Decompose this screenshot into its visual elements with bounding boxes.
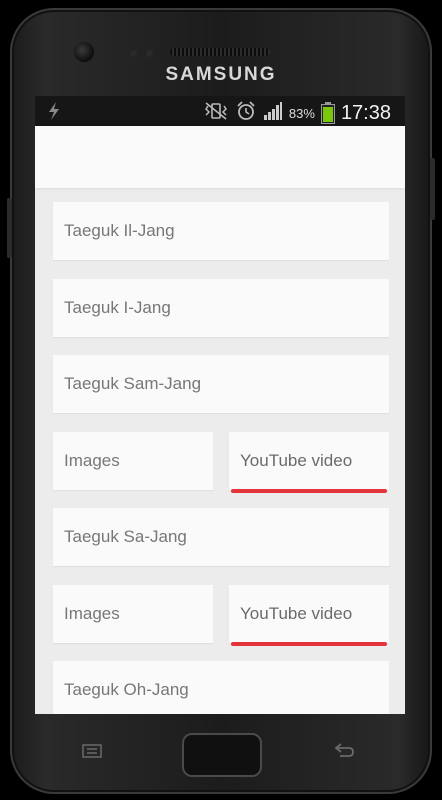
- volume-button[interactable]: [7, 198, 12, 258]
- list-item[interactable]: Taeguk Oh-Jang: [53, 661, 389, 714]
- clock: 17:38: [340, 102, 391, 124]
- list-item-label: Taeguk Oh-Jang: [64, 680, 189, 699]
- list-item[interactable]: Taeguk I-Jang: [53, 279, 389, 337]
- action-bar: [35, 126, 405, 188]
- vibrate-icon: [203, 101, 229, 126]
- battery-percent: 83%: [288, 106, 315, 121]
- front-camera: [74, 42, 94, 62]
- back-icon[interactable]: [332, 742, 356, 765]
- proximity-sensor: [130, 50, 137, 57]
- list-item[interactable]: Taeguk Sam-Jang: [53, 355, 389, 413]
- active-underline: [231, 489, 387, 493]
- images-button[interactable]: Images: [53, 585, 213, 643]
- status-bar: 83% 17:38: [35, 96, 405, 126]
- images-button-label: Images: [64, 604, 120, 623]
- alarm-icon: [235, 100, 257, 127]
- youtube-video-button[interactable]: YouTube video: [229, 432, 389, 493]
- list-item-label: Taeguk Il-Jang: [64, 221, 175, 240]
- images-button-label: Images: [64, 451, 120, 470]
- light-sensor: [146, 50, 153, 57]
- battery-icon: [320, 101, 335, 124]
- brand-logo: SAMSUNG: [165, 64, 277, 85]
- screen: 83% 17:38 Taeguk Il-Jang Taeguk I-Jang T…: [35, 96, 405, 714]
- menu-icon[interactable]: [80, 743, 104, 764]
- earpiece-speaker: [170, 48, 270, 56]
- youtube-video-button-label: YouTube video: [240, 604, 353, 623]
- home-button[interactable]: [182, 733, 262, 777]
- list-item[interactable]: Taeguk Sa-Jang: [53, 508, 389, 566]
- youtube-video-button[interactable]: YouTube video: [229, 585, 389, 646]
- signal-icon: [263, 101, 283, 126]
- list-item-label: Taeguk I-Jang: [64, 298, 171, 317]
- list-item[interactable]: Taeguk Il-Jang: [53, 202, 389, 260]
- power-button[interactable]: [430, 158, 435, 220]
- youtube-video-button-label: YouTube video: [240, 451, 353, 470]
- list-item-label: Taeguk Sa-Jang: [64, 527, 187, 546]
- active-underline: [231, 642, 387, 646]
- list-item-label: Taeguk Sam-Jang: [64, 374, 202, 393]
- images-button[interactable]: Images: [53, 432, 213, 490]
- usb-debug-icon: [45, 101, 63, 126]
